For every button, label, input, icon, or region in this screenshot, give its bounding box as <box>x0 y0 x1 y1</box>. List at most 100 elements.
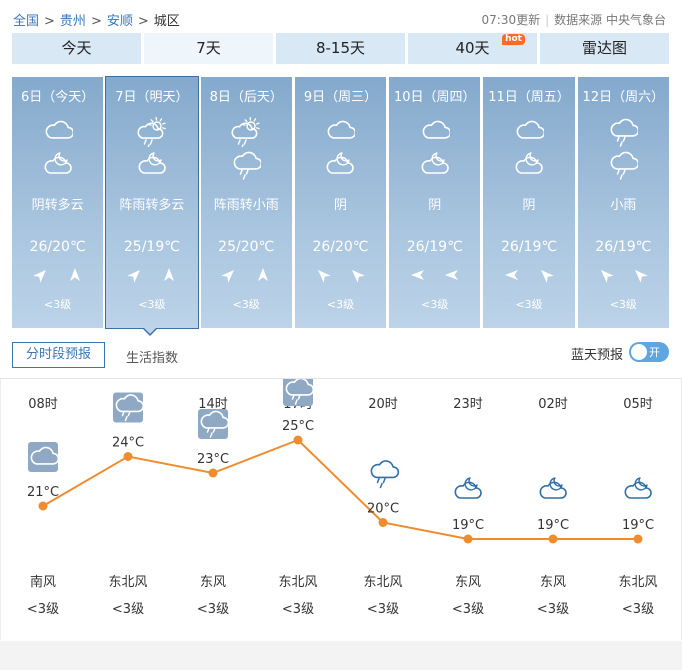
hour-time: 05时 <box>623 397 653 412</box>
day-date: 10日（周四） <box>393 90 476 105</box>
day-card[interactable]: 8日（后天） 阵雨转小雨 25/20℃ <3级 <box>200 77 292 328</box>
day-date: 7日（明天） <box>115 90 189 105</box>
wind-direction-icon <box>538 267 554 283</box>
day-temp-range: 25/19℃ <box>123 239 180 255</box>
hour-time: 23时 <box>453 397 483 412</box>
day-temp-range: 25/20℃ <box>218 239 275 255</box>
temperature-point <box>208 468 218 478</box>
wind-direction-icons <box>295 267 386 283</box>
divider: | <box>545 13 550 27</box>
day-card[interactable]: 9日（周三） 阴 26/20℃ <3级 <box>294 77 387 328</box>
breadcrumb-current: 城区 <box>153 14 180 29</box>
breadcrumb: 全国 > 贵州 > 安顺 > 城区 <box>13 10 180 29</box>
day-wind-level: <3级 <box>44 298 72 311</box>
wind-direction-icon <box>255 267 271 283</box>
breadcrumb-separator: > <box>90 14 102 29</box>
wind-direction-icon <box>444 267 460 283</box>
cloudy-icon <box>43 117 73 147</box>
hour-wind-level: <3级 <box>197 602 229 617</box>
tab-life-index[interactable]: 生活指数 <box>126 347 178 366</box>
hour-wind-direction: 东风 <box>455 575 481 590</box>
wind-direction-icon <box>598 267 615 283</box>
hour-wind-level: <3级 <box>622 602 654 617</box>
hour-temp-label: 20°C <box>367 502 399 517</box>
breadcrumb-link-city[interactable]: 安顺 <box>107 14 133 29</box>
cloudy-icon <box>514 117 545 147</box>
wind-direction-icon <box>161 267 177 283</box>
shower-day-icon <box>231 117 261 147</box>
day-wind-level: <3级 <box>326 298 355 311</box>
day-date: 9日（周三） <box>303 90 378 105</box>
hour-wind-direction: 南风 <box>30 574 56 590</box>
breadcrumb-link-province[interactable]: 贵州 <box>60 14 86 29</box>
data-source: 数据来源 中央气象台 <box>554 13 666 27</box>
tab-hourly-forecast[interactable]: 分时段预报 <box>12 342 105 368</box>
temperature-point <box>633 534 643 544</box>
wind-direction-icon <box>632 267 649 283</box>
hour-temp-label: 21°C <box>27 485 59 500</box>
wind-direction-icons <box>578 267 669 283</box>
forecast-tabs: 今天 7天 8-15天 40天 hot 雷达图 <box>12 33 669 64</box>
day-temp-range: 26/20℃ <box>29 239 86 255</box>
hour-wind-direction: 东北风 <box>108 575 147 590</box>
tab-label: 雷达图 <box>581 39 627 57</box>
hot-badge: hot <box>502 34 525 45</box>
rain-box-icon <box>113 392 145 423</box>
tab-40days[interactable]: 40天 hot <box>408 33 537 64</box>
day-date: 11日（周五） <box>488 90 570 105</box>
light-rain-icon <box>608 117 639 147</box>
hour-wind-direction: 东风 <box>540 575 566 590</box>
tab-7days[interactable]: 7天 <box>144 33 273 64</box>
day-temp-range: 26/19℃ <box>595 239 652 255</box>
bluesky-toggle[interactable]: 开 <box>629 342 669 362</box>
day-card[interactable]: 7日（明天） 阵雨转多云 25/19℃ <3级 <box>105 76 199 329</box>
day-wind-level: <3级 <box>138 298 166 311</box>
partly-cloudy-night-icon <box>325 150 355 180</box>
light-rain-icon <box>370 460 400 489</box>
cloudy-icon <box>28 442 60 472</box>
day-weather-desc: 阵雨转小雨 <box>213 198 279 213</box>
tab-label: 8-15天 <box>315 39 366 57</box>
wind-direction-icons <box>12 267 103 283</box>
update-time: 07:30更新 <box>481 13 541 27</box>
day-card[interactable]: 6日（今天） 阴转多云 26/20℃ <3级 <box>12 77 104 328</box>
bluesky-label: 蓝天预报 <box>571 348 624 363</box>
hour-wind-level: <3级 <box>27 602 59 617</box>
day-card[interactable]: 10日（周四） 阴 26/19℃ <3级 <box>389 77 481 328</box>
tab-label: 7天 <box>196 39 221 57</box>
footer-bar <box>0 641 682 670</box>
update-info: 07:30更新 | 数据来源 中央气象台 <box>482 11 666 28</box>
wind-direction-icon <box>127 267 143 283</box>
wind-direction-icon <box>67 267 83 283</box>
hourly-forecast-panel: 08时21°C南风<3级11时 24°C东北风<3级14时 23°C东风<3级1… <box>0 378 682 640</box>
rain-box-icon <box>283 379 315 406</box>
hour-wind-level: <3级 <box>112 602 144 617</box>
wind-direction-icon <box>315 267 332 283</box>
tab-today[interactable]: 今天 <box>12 33 141 64</box>
day-card[interactable]: 11日（周五） 阴 26/19℃ <3级 <box>483 77 575 328</box>
temperature-point <box>463 534 473 544</box>
day-weather-desc: 阵雨转多云 <box>119 198 185 213</box>
day-wind-level: <3级 <box>609 298 637 311</box>
hour-temp-label: 24°C <box>112 436 144 451</box>
day-card[interactable]: 12日（周六） 小雨 26/19℃ <3级 <box>577 77 669 328</box>
hour-wind-level: <3级 <box>367 602 399 617</box>
shower-day-icon <box>137 117 167 147</box>
wind-direction-icons <box>483 267 574 283</box>
day-temp-range: 26/19℃ <box>501 239 558 255</box>
tab-8-15days[interactable]: 8-15天 <box>276 33 405 64</box>
wind-direction-icon <box>410 267 426 283</box>
day-temp-range: 26/19℃ <box>406 239 463 255</box>
hour-time: 08时 <box>28 397 58 412</box>
tab-radar[interactable]: 雷达图 <box>540 33 669 64</box>
hour-wind-level: <3级 <box>537 602 569 617</box>
cloudy-icon <box>420 117 450 147</box>
day-weather-desc: 阴 <box>428 198 442 213</box>
toggle-knob <box>631 344 647 360</box>
tab-label: 40天 <box>455 39 490 57</box>
light-rain-icon <box>608 150 639 180</box>
day-weather-desc: 阴 <box>522 198 536 213</box>
day-temp-range: 26/20℃ <box>312 239 369 255</box>
seven-day-forecast: 6日（今天） 阴转多云 26/20℃ <3级 7日（明天） 阵雨转多云 25/1… <box>12 76 669 329</box>
breadcrumb-link-country[interactable]: 全国 <box>13 14 39 29</box>
